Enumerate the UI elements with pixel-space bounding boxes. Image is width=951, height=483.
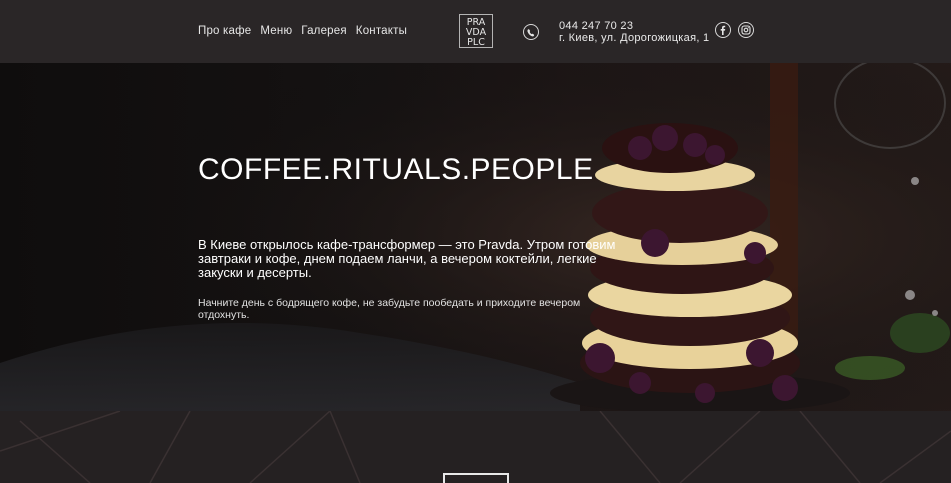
section-button[interactable] (443, 473, 509, 483)
next-section (0, 411, 951, 483)
hero-section: COFFEE.RITUALS.PEOPLE В Киеве открылось … (0, 63, 951, 411)
hero-sub-text: Начните день с бодрящего кофе, не забудь… (198, 297, 581, 321)
phone-number[interactable]: 044 247 70 23 (559, 20, 709, 32)
facebook-link[interactable] (715, 22, 731, 38)
nav-item-about[interactable]: Про кафе (198, 25, 251, 37)
logo-line-3: PLC (467, 37, 485, 48)
facebook-icon (720, 25, 726, 35)
nav-item-gallery[interactable]: Галерея (301, 25, 347, 37)
hero-lead-text: В Киеве открылось кафе-трансформер — это… (198, 237, 616, 280)
address: г. Киев, ул. Дорогожицкая, 1 (559, 32, 710, 44)
logo[interactable]: PRA VDA PLC (459, 14, 493, 48)
instagram-link[interactable] (738, 22, 754, 38)
contact-info: 044 247 70 23 г. Киев, ул. Дорогожицкая,… (559, 20, 709, 44)
instagram-icon (741, 25, 751, 35)
nav-item-contacts[interactable]: Контакты (356, 25, 407, 37)
hero-title: COFFEE.RITUALS.PEOPLE (198, 153, 594, 186)
nav-item-menu[interactable]: Меню (260, 25, 292, 37)
phone-icon[interactable] (523, 24, 539, 40)
main-nav: Про кафе Меню Галерея Контакты (198, 25, 407, 37)
site-header: Про кафе Меню Галерея Контакты PRA VDA P… (0, 0, 951, 63)
